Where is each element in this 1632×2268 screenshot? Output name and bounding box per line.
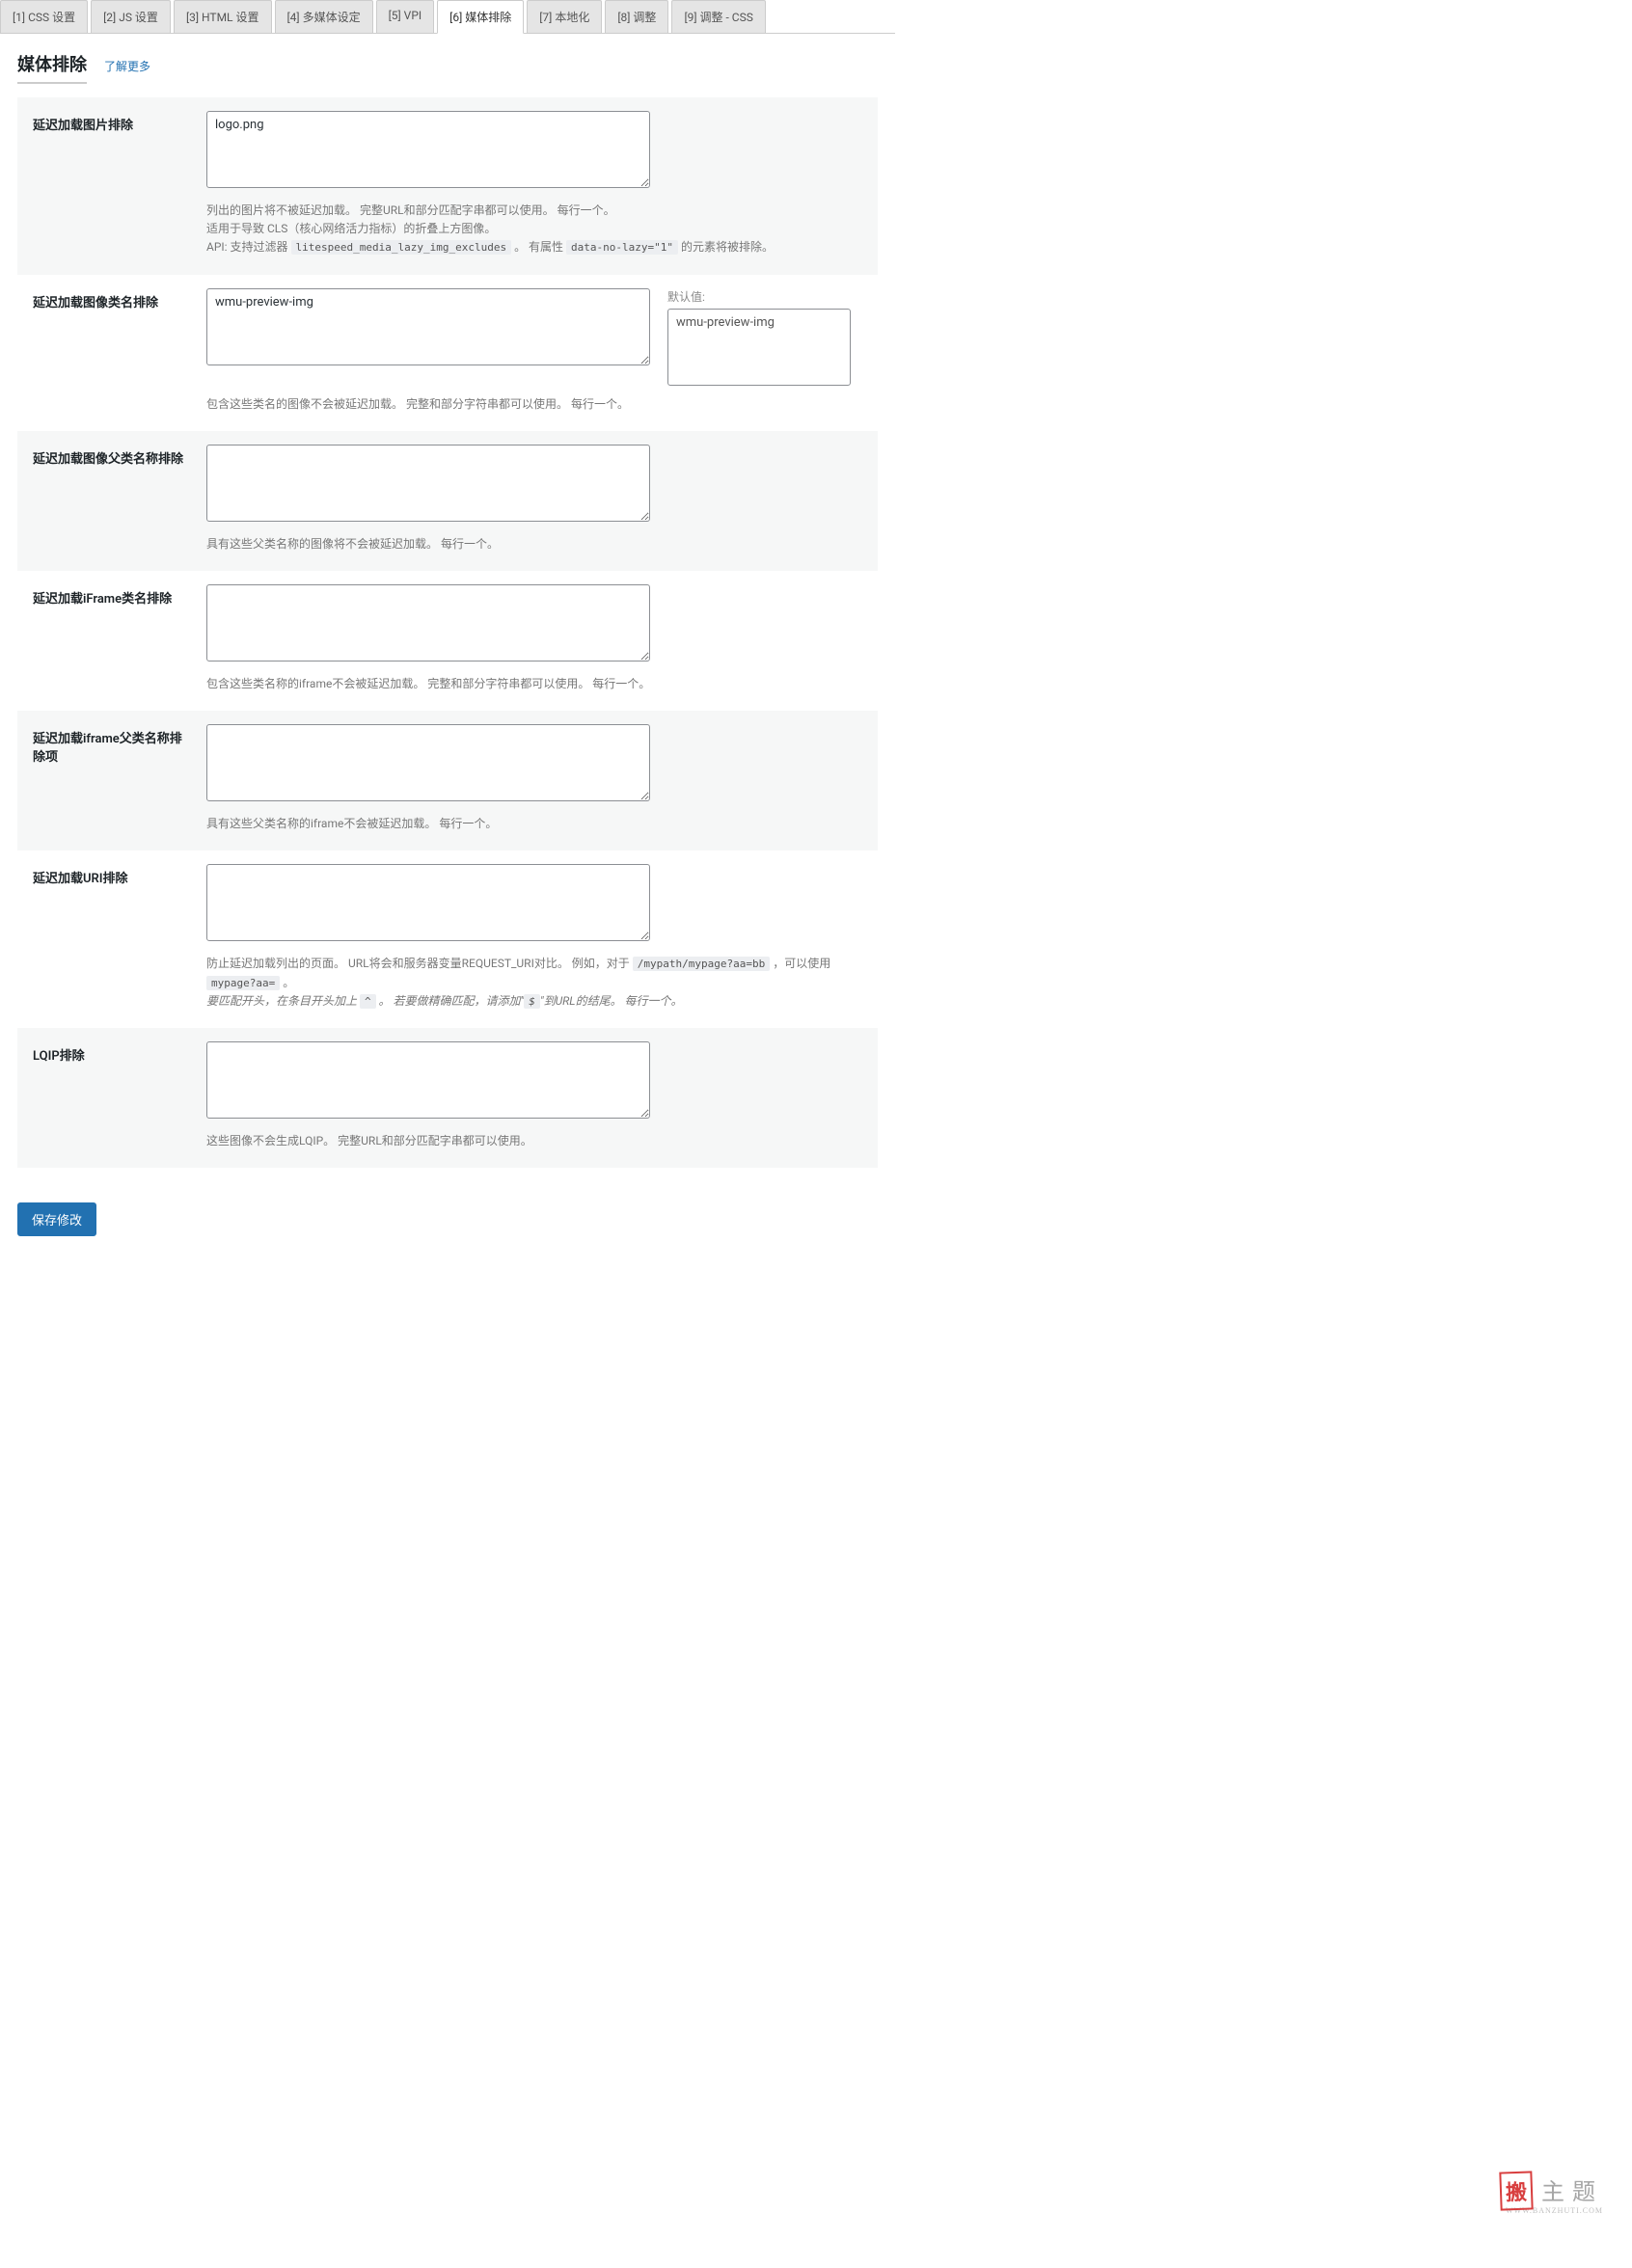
- lazy-iframe-class-excludes-input[interactable]: [206, 584, 650, 662]
- tab-vpi[interactable]: [5] VPI: [376, 0, 435, 33]
- row-label-lazy-iframe-parent-class-excludes: 延迟加载iframe父类名称排除项: [17, 711, 206, 850]
- description-text: 防止延迟加载列出的页面。 URL将会和服务器变量REQUEST_URI对比。 例…: [206, 955, 862, 1011]
- row-label-lqip-excludes: LQIP排除: [17, 1028, 206, 1168]
- lqip-excludes-input[interactable]: [206, 1041, 650, 1119]
- tab-media-excludes[interactable]: [6] 媒体排除: [437, 0, 524, 34]
- tab-tuning-css[interactable]: [9] 调整 - CSS: [671, 0, 765, 33]
- description-text: 这些图像不会生成LQIP。 完整URL和部分匹配字串都可以使用。: [206, 1132, 862, 1150]
- row-label-lazy-iframe-class-excludes: 延迟加载iFrame类名排除: [17, 571, 206, 711]
- row-label-lazy-parent-class-excludes: 延迟加载图像父类名称排除: [17, 431, 206, 571]
- save-button[interactable]: 保存修改: [17, 1202, 96, 1236]
- tab-html[interactable]: [3] HTML 设置: [174, 0, 272, 33]
- tab-localization[interactable]: [7] 本地化: [527, 0, 602, 33]
- tab-media-settings[interactable]: [4] 多媒体设定: [275, 0, 373, 33]
- row-label-lazy-image-excludes: 延迟加载图片排除: [17, 97, 206, 275]
- description-text: 包含这些类名的图像不会被延迟加载。 完整和部分字符串都可以使用。 每行一个。: [206, 395, 862, 414]
- default-value-box: wmu-preview-img: [667, 309, 851, 386]
- tab-js[interactable]: [2] JS 设置: [91, 0, 171, 33]
- lazy-image-excludes-input[interactable]: [206, 111, 650, 188]
- lazy-parent-class-excludes-input[interactable]: [206, 445, 650, 522]
- description-text: 包含这些类名称的iframe不会被延迟加载。 完整和部分字符串都可以使用。 每行…: [206, 675, 862, 693]
- row-label-lazy-uri-excludes: 延迟加载URI排除: [17, 850, 206, 1028]
- tab-tuning[interactable]: [8] 调整: [605, 0, 668, 33]
- tabs-bar: [1] CSS 设置 [2] JS 设置 [3] HTML 设置 [4] 多媒体…: [0, 0, 895, 34]
- lazy-class-excludes-input[interactable]: [206, 288, 650, 365]
- default-value-label: 默认值:: [667, 288, 851, 305]
- description-text: 具有这些父类名称的iframe不会被延迟加载。 每行一个。: [206, 815, 862, 833]
- description-text: 列出的图片将不被延迟加载。 完整URL和部分匹配字串都可以使用。 每行一个。 适…: [206, 202, 862, 257]
- learn-more-link[interactable]: 了解更多: [104, 58, 150, 74]
- tab-css[interactable]: [1] CSS 设置: [0, 0, 88, 33]
- lazy-iframe-parent-class-excludes-input[interactable]: [206, 724, 650, 801]
- settings-table: 延迟加载图片排除 列出的图片将不被延迟加载。 完整URL和部分匹配字串都可以使用…: [17, 97, 878, 1168]
- lazy-uri-excludes-input[interactable]: [206, 864, 650, 941]
- section-header: 媒体排除 了解更多: [17, 51, 878, 84]
- watermark-stamp-icon: 搬: [1499, 2171, 1533, 2210]
- section-title: 媒体排除: [17, 51, 87, 84]
- watermark: 搬 主题 WWW.BANZHUTI.COM: [1500, 2172, 1603, 2215]
- row-label-lazy-class-excludes: 延迟加载图像类名排除: [17, 275, 206, 431]
- description-text: 具有这些父类名称的图像将不会被延迟加载。 每行一个。: [206, 535, 862, 554]
